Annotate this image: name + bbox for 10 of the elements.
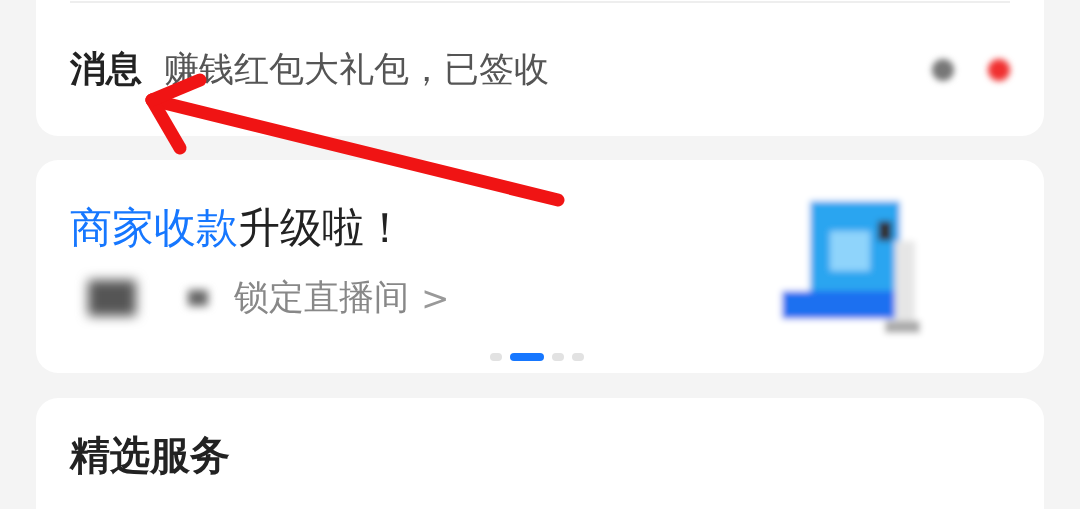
- blurred-icon: [88, 279, 136, 316]
- dot-icon[interactable]: [932, 58, 954, 81]
- section-title: 精选服务: [70, 432, 230, 478]
- message-title: 消息: [70, 47, 142, 91]
- live-room-link[interactable]: 锁定直播间: [234, 274, 409, 321]
- promo-headline: 商家收款升级啦！: [70, 202, 407, 254]
- chevron-icon: >: [421, 277, 450, 318]
- dot-icon[interactable]: [988, 58, 1010, 81]
- blurred-icon: [188, 289, 208, 306]
- promo-card[interactable]: 商家收款升级啦！ 锁定直播间 >: [36, 160, 1044, 373]
